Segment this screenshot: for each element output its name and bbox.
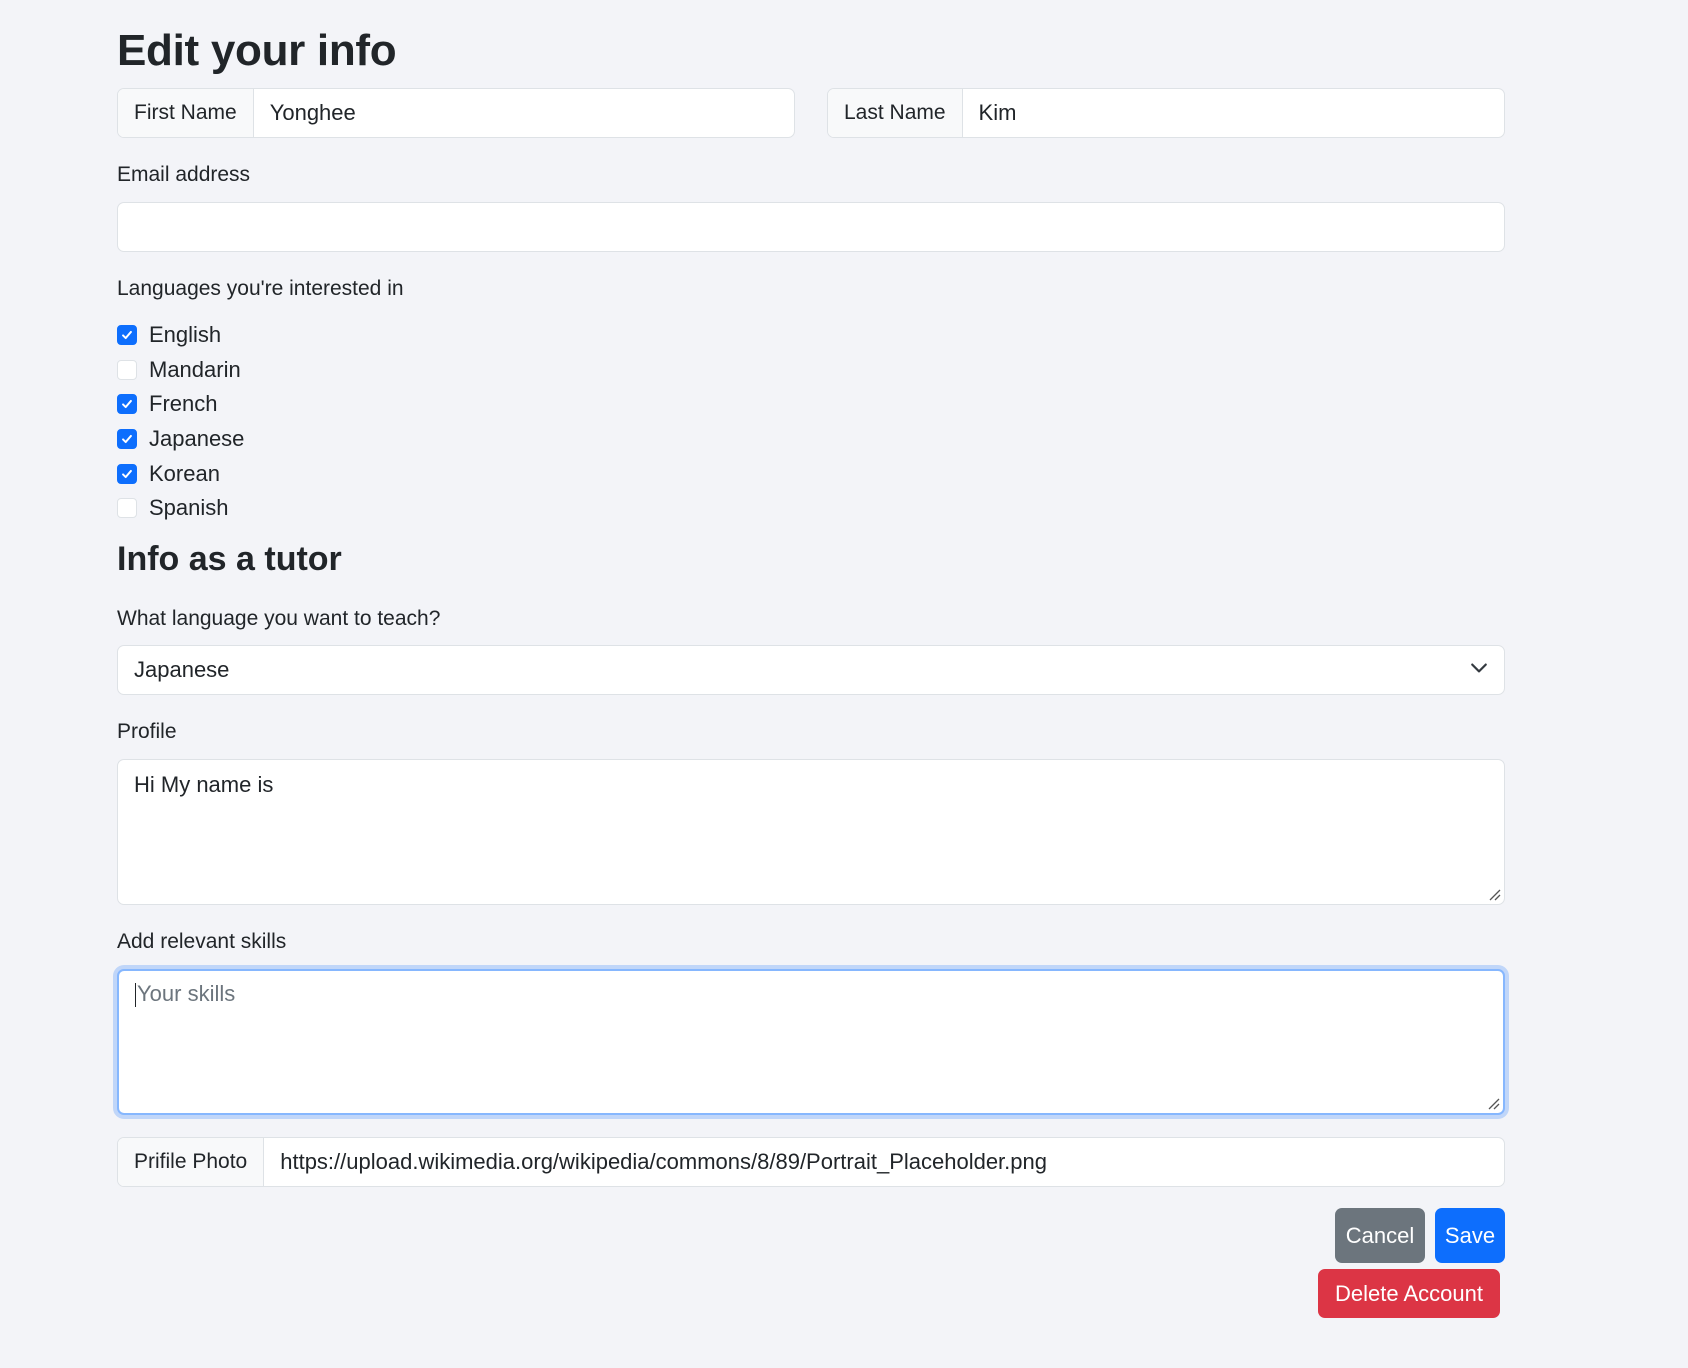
check-icon <box>122 435 132 444</box>
photo-label: Prifile Photo <box>118 1138 265 1186</box>
language-option-label: Mandarin <box>149 356 241 382</box>
photo-url-input[interactable]: https://upload.wikimedia.org/wikipedia/c… <box>264 1138 1504 1186</box>
first-name-input[interactable]: Yonghee <box>254 89 794 137</box>
profile-label: Profile <box>117 720 177 743</box>
last-name-group: Last Name Kim <box>827 88 1505 138</box>
chevron-down-icon <box>1470 657 1488 683</box>
check-icon <box>122 331 132 340</box>
first-name-label: First Name <box>118 89 254 137</box>
last-name-input[interactable]: Kim <box>963 89 1504 137</box>
delete-account-button[interactable]: Delete Account <box>1318 1269 1500 1318</box>
email-input[interactable] <box>117 202 1505 252</box>
language-option-spanish[interactable]: Spanish <box>117 491 244 526</box>
profile-textarea[interactable]: Hi My name is <box>117 759 1505 905</box>
email-value <box>118 203 1504 227</box>
skills-label: Add relevant skills <box>117 930 287 953</box>
language-option-japanese[interactable]: Japanese <box>117 422 244 457</box>
language-option-mandarin[interactable]: Mandarin <box>117 353 244 388</box>
cancel-button[interactable]: Cancel <box>1335 1208 1425 1263</box>
language-option-korean[interactable]: Korean <box>117 456 244 491</box>
check-icon <box>122 469 132 478</box>
resize-handle-icon[interactable] <box>1487 887 1501 901</box>
language-option-label: Korean <box>149 460 220 486</box>
skills-textarea[interactable]: Your skills <box>117 969 1505 1115</box>
resize-handle-icon[interactable] <box>1486 1096 1500 1110</box>
tutor-section-title: Info as a tutor <box>117 540 342 578</box>
teach-language-value: Japanese <box>134 657 230 682</box>
languages-checklist: English Mandarin French Japanese Korean Spani… <box>117 318 244 526</box>
skills-placeholder: Your skills <box>137 981 236 1006</box>
language-option-label: Japanese <box>149 426 245 452</box>
checkbox[interactable] <box>117 394 137 415</box>
language-option-label: Spanish <box>149 495 229 521</box>
first-name-group: First Name Yonghee <box>117 88 795 138</box>
language-option-english[interactable]: English <box>117 318 244 353</box>
text-caret <box>135 983 136 1008</box>
language-option-label: French <box>149 391 218 417</box>
checkbox[interactable] <box>117 359 137 380</box>
page-title: Edit your info <box>117 26 397 75</box>
languages-label: Languages you're interested in <box>117 277 404 300</box>
photo-group: Prifile Photo https://upload.wikimedia.o… <box>117 1137 1505 1187</box>
email-label: Email address <box>117 163 251 186</box>
language-option-french[interactable]: French <box>117 387 244 422</box>
language-option-label: English <box>149 322 222 348</box>
save-button[interactable]: Save <box>1435 1208 1505 1263</box>
checkbox[interactable] <box>117 325 137 346</box>
profile-value: Hi My name is <box>134 772 274 797</box>
teach-language-label: What language you want to teach? <box>117 607 441 630</box>
teach-language-select[interactable]: Japanese <box>117 645 1505 695</box>
checkbox[interactable] <box>117 463 137 484</box>
checkbox[interactable] <box>117 429 137 450</box>
check-icon <box>122 400 132 409</box>
last-name-label: Last Name <box>828 89 963 137</box>
checkbox[interactable] <box>117 498 137 519</box>
